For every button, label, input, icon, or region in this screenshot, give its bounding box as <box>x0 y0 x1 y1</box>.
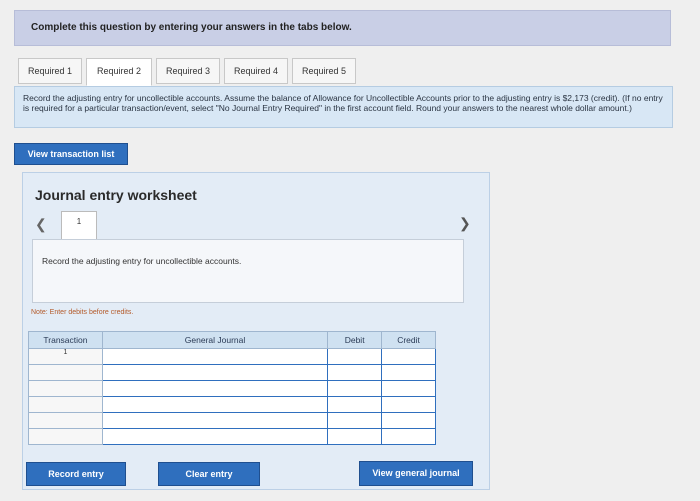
banner-text: Complete this question by entering your … <box>31 22 352 33</box>
col-header-transaction: Transaction <box>28 331 103 349</box>
tab-required-5[interactable]: Required 5 <box>292 58 356 84</box>
account-input[interactable] <box>101 428 329 445</box>
credit-input[interactable] <box>381 412 436 429</box>
record-entry-button[interactable]: Record entry <box>26 462 126 486</box>
step-tab-1[interactable]: 1 <box>61 211 97 239</box>
table-row <box>28 428 436 445</box>
transaction-cell <box>28 364 103 381</box>
debit-input[interactable] <box>327 412 383 429</box>
view-general-journal-button[interactable]: View general journal <box>359 461 473 486</box>
account-input[interactable] <box>101 380 329 397</box>
table-row <box>28 364 436 381</box>
journal-table: Transaction General Journal Debit Credit… <box>28 331 436 445</box>
transaction-cell <box>28 396 103 413</box>
chevron-right-icon[interactable]: ❯ <box>459 215 471 232</box>
transaction-cell <box>28 428 103 445</box>
debit-input[interactable] <box>327 396 383 413</box>
table-row <box>28 412 436 429</box>
table-row <box>28 380 436 397</box>
tab-required-4[interactable]: Required 4 <box>224 58 288 84</box>
transaction-cell <box>28 412 103 429</box>
col-header-credit: Credit <box>381 331 436 349</box>
credit-input[interactable] <box>381 364 436 381</box>
instructions-banner: Complete this question by entering your … <box>14 10 671 46</box>
tab-required-2[interactable]: Required 2 <box>86 58 152 86</box>
instruction-box: Record the adjusting entry for uncollect… <box>14 86 673 128</box>
credit-input[interactable] <box>381 348 436 365</box>
credit-input[interactable] <box>381 380 436 397</box>
col-header-debit: Debit <box>327 331 383 349</box>
tab-required-3[interactable]: Required 3 <box>156 58 220 84</box>
journal-entry-worksheet: Journal entry worksheet ❮ 1 ❯ Record the… <box>22 172 490 490</box>
debits-note: Note: Enter debits before credits. <box>31 309 134 316</box>
credit-input[interactable] <box>381 396 436 413</box>
account-input[interactable] <box>101 396 329 413</box>
table-row <box>28 396 436 413</box>
chevron-left-icon[interactable]: ❮ <box>35 216 47 233</box>
entry-description-box: Record the adjusting entry for uncollect… <box>32 239 464 303</box>
debit-input[interactable] <box>327 380 383 397</box>
col-header-general-journal: General Journal <box>101 331 329 349</box>
view-transaction-list-button[interactable]: View transaction list <box>14 143 128 165</box>
debit-input[interactable] <box>327 364 383 381</box>
instruction-text: Record the adjusting entry for uncollect… <box>23 93 663 113</box>
transaction-cell: 1 <box>28 348 103 365</box>
debit-input[interactable] <box>327 428 383 445</box>
debit-input[interactable] <box>327 348 383 365</box>
account-input[interactable] <box>101 364 329 381</box>
transaction-cell <box>28 380 103 397</box>
entry-description: Record the adjusting entry for uncollect… <box>42 256 242 266</box>
clear-entry-button[interactable]: Clear entry <box>158 462 260 486</box>
table-row: 1 <box>28 348 436 365</box>
account-input[interactable] <box>101 412 329 429</box>
tab-required-1[interactable]: Required 1 <box>18 58 82 84</box>
credit-input[interactable] <box>381 428 436 445</box>
worksheet-title: Journal entry worksheet <box>35 187 197 203</box>
account-input[interactable] <box>101 348 329 365</box>
